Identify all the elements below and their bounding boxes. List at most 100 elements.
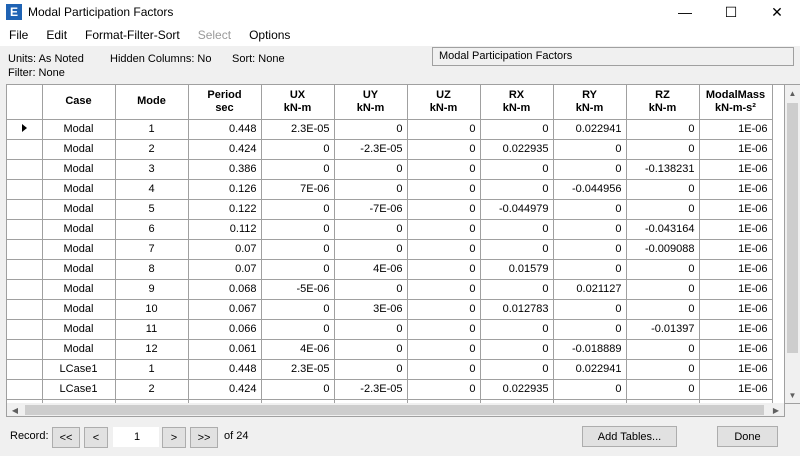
minimize-button[interactable]: —	[662, 0, 708, 24]
cell-uz[interactable]: 0	[407, 279, 481, 300]
cell-case[interactable]: Modal	[42, 199, 116, 220]
cell-rz[interactable]: -0.138231	[626, 159, 700, 180]
cell-uy[interactable]: 0	[334, 179, 408, 200]
cell-period[interactable]: 0.122	[188, 199, 262, 220]
table-row[interactable]: Modal 8 0.07 0 4E-06 0 0.01579 0 0 1E-06	[7, 259, 773, 280]
cell-mode[interactable]: 2	[115, 379, 189, 400]
column-header-ux[interactable]: UX kN-m	[261, 85, 335, 120]
cell-mode[interactable]: 6	[115, 219, 189, 240]
cell-modalmass[interactable]: 1E-06	[699, 179, 773, 200]
cell-case[interactable]: Modal	[42, 339, 116, 360]
cell-rz[interactable]: -0.043164	[626, 219, 700, 240]
cell-ux[interactable]: 0	[261, 319, 335, 340]
last-record-button[interactable]: >>	[190, 427, 218, 448]
scroll-left-arrow-icon[interactable]: ◀	[7, 403, 23, 417]
cell-period[interactable]: 0.448	[188, 359, 262, 380]
cell-ux[interactable]: 0	[261, 239, 335, 260]
horizontal-scroll-thumb[interactable]	[25, 405, 764, 415]
cell-period[interactable]: 0.07	[188, 259, 262, 280]
row-selector[interactable]	[7, 179, 43, 200]
table-row[interactable]: Modal 11 0.066 0 0 0 0 0 -0.01397 1E-06	[7, 319, 773, 340]
cell-mode[interactable]: 12	[115, 339, 189, 360]
row-selector[interactable]	[7, 319, 43, 340]
cell-modalmass[interactable]: 1E-06	[699, 259, 773, 280]
cell-uy[interactable]: 0	[334, 159, 408, 180]
cell-period[interactable]: 0.386	[188, 159, 262, 180]
cell-rz[interactable]: 0	[626, 179, 700, 200]
scroll-up-arrow-icon[interactable]: ▲	[785, 85, 800, 101]
cell-period[interactable]: 0.07	[188, 239, 262, 260]
cell-uy[interactable]: 0	[334, 339, 408, 360]
cell-mode[interactable]: 4	[115, 179, 189, 200]
cell-uz[interactable]: 0	[407, 239, 481, 260]
vertical-scroll-thumb[interactable]	[787, 103, 798, 353]
menu-select[interactable]: Select	[189, 24, 240, 46]
table-row[interactable]: Modal 4 0.126 7E-06 0 0 0 -0.044956 0 1E-06	[7, 179, 773, 200]
record-number-input[interactable]: 1	[113, 427, 159, 447]
cell-uy[interactable]: 3E-06	[334, 299, 408, 320]
cell-period[interactable]: 0.068	[188, 279, 262, 300]
cell-case[interactable]: LCase1	[42, 359, 116, 380]
cell-uz[interactable]: 0	[407, 139, 481, 160]
cell-ry[interactable]: 0	[553, 159, 627, 180]
cell-period[interactable]: 0.061	[188, 339, 262, 360]
cell-rx[interactable]: 0	[480, 359, 554, 380]
cell-case[interactable]: Modal	[42, 279, 116, 300]
column-header-uz[interactable]: UZ kN-m	[407, 85, 481, 120]
row-selector[interactable]	[7, 359, 43, 380]
cell-case[interactable]: Modal	[42, 219, 116, 240]
cell-rz[interactable]: 0	[626, 139, 700, 160]
cell-rz[interactable]: -0.01397	[626, 319, 700, 340]
cell-uy[interactable]: 0	[334, 279, 408, 300]
cell-ux[interactable]: 0	[261, 259, 335, 280]
cell-rz[interactable]: 0	[626, 259, 700, 280]
cell-ux[interactable]: 0	[261, 299, 335, 320]
cell-rz[interactable]: -0.009088	[626, 239, 700, 260]
table-row[interactable]: Modal 10 0.067 0 3E-06 0 0.012783 0 0 1E-06	[7, 299, 773, 320]
table-row[interactable]: LCase1 1 0.448 2.3E-05 0 0 0 0.022941 0 1E-06	[7, 359, 773, 380]
cell-modalmass[interactable]: 1E-06	[699, 279, 773, 300]
cell-period[interactable]: 0.112	[188, 219, 262, 240]
cell-case[interactable]: Modal	[42, 259, 116, 280]
table-row[interactable]: Modal 9 0.068 -5E-06 0 0 0 0.021127 0 1E-06	[7, 279, 773, 300]
cell-ry[interactable]: 0	[553, 259, 627, 280]
cell-uy[interactable]: 0	[334, 239, 408, 260]
row-selector[interactable]	[7, 279, 43, 300]
add-tables-button[interactable]: Add Tables...	[582, 426, 677, 447]
row-selector[interactable]	[7, 159, 43, 180]
cell-uy[interactable]: 4E-06	[334, 259, 408, 280]
cell-modalmass[interactable]: 1E-06	[699, 359, 773, 380]
cell-rz[interactable]: 0	[626, 299, 700, 320]
cell-uz[interactable]: 0	[407, 379, 481, 400]
cell-case[interactable]: Modal	[42, 239, 116, 260]
close-button[interactable]: ✕	[754, 0, 800, 24]
cell-case[interactable]: Modal	[42, 119, 116, 140]
cell-rz[interactable]: 0	[626, 199, 700, 220]
cell-mode[interactable]: 10	[115, 299, 189, 320]
cell-uz[interactable]: 0	[407, 319, 481, 340]
table-row[interactable]: Modal 7 0.07 0 0 0 0 0 -0.009088 1E-06	[7, 239, 773, 260]
cell-uz[interactable]: 0	[407, 119, 481, 140]
cell-rx[interactable]: 0	[480, 239, 554, 260]
horizontal-scrollbar[interactable]: ◀ ▶	[6, 403, 785, 417]
cell-mode[interactable]: 3	[115, 159, 189, 180]
cell-ux[interactable]: 0	[261, 199, 335, 220]
cell-case[interactable]: Modal	[42, 299, 116, 320]
previous-record-button[interactable]: <	[84, 427, 108, 448]
cell-modalmass[interactable]: 1E-06	[699, 119, 773, 140]
cell-ry[interactable]: 0	[553, 239, 627, 260]
cell-uz[interactable]: 0	[407, 299, 481, 320]
cell-uz[interactable]: 0	[407, 339, 481, 360]
cell-ry[interactable]: -0.044956	[553, 179, 627, 200]
cell-mode[interactable]: 1	[115, 119, 189, 140]
cell-case[interactable]: LCase1	[42, 379, 116, 400]
cell-ry[interactable]: 0	[553, 199, 627, 220]
cell-ux[interactable]: 0	[261, 379, 335, 400]
cell-mode[interactable]: 1	[115, 359, 189, 380]
cell-rx[interactable]: 0	[480, 179, 554, 200]
row-selector[interactable]	[7, 199, 43, 220]
menu-format-filter-sort[interactable]: Format-Filter-Sort	[76, 24, 189, 46]
row-selector[interactable]	[7, 119, 43, 140]
column-header-modalmass[interactable]: ModalMass kN-m-s²	[699, 85, 773, 120]
cell-rx[interactable]: 0	[480, 159, 554, 180]
